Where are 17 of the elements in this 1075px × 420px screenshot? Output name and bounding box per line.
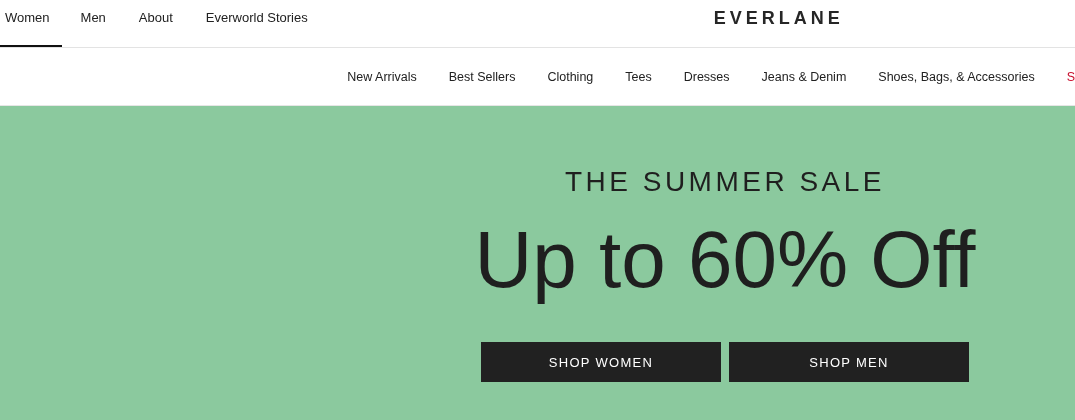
category-link[interactable]: Jeans & Denim <box>761 69 847 84</box>
category-link[interactable]: Clothing <box>547 69 594 84</box>
logo[interactable]: EVERLANE <box>713 0 844 47</box>
sale-eyebrow: THE SUMMER SALE <box>564 166 886 198</box>
category-link[interactable]: Dresses <box>683 69 730 84</box>
nav-tab[interactable]: Everworld Stories <box>200 0 322 47</box>
shop-button[interactable]: SHOP MEN <box>729 342 969 382</box>
nav-tab[interactable]: Women <box>0 0 62 47</box>
nav-tab[interactable]: Men <box>75 0 120 47</box>
category-link[interactable]: S <box>1066 69 1075 84</box>
shop-button[interactable]: SHOP WOMEN <box>481 342 721 382</box>
category-link[interactable]: Best Sellers <box>448 69 516 84</box>
nav-tab[interactable]: About <box>133 0 187 47</box>
sale-headline: Up to 60% Off <box>474 214 976 306</box>
category-link[interactable]: Shoes, Bags, & Accessories <box>878 69 1035 84</box>
category-link[interactable]: Tees <box>625 69 652 84</box>
category-link[interactable]: New Arrivals <box>347 69 417 84</box>
